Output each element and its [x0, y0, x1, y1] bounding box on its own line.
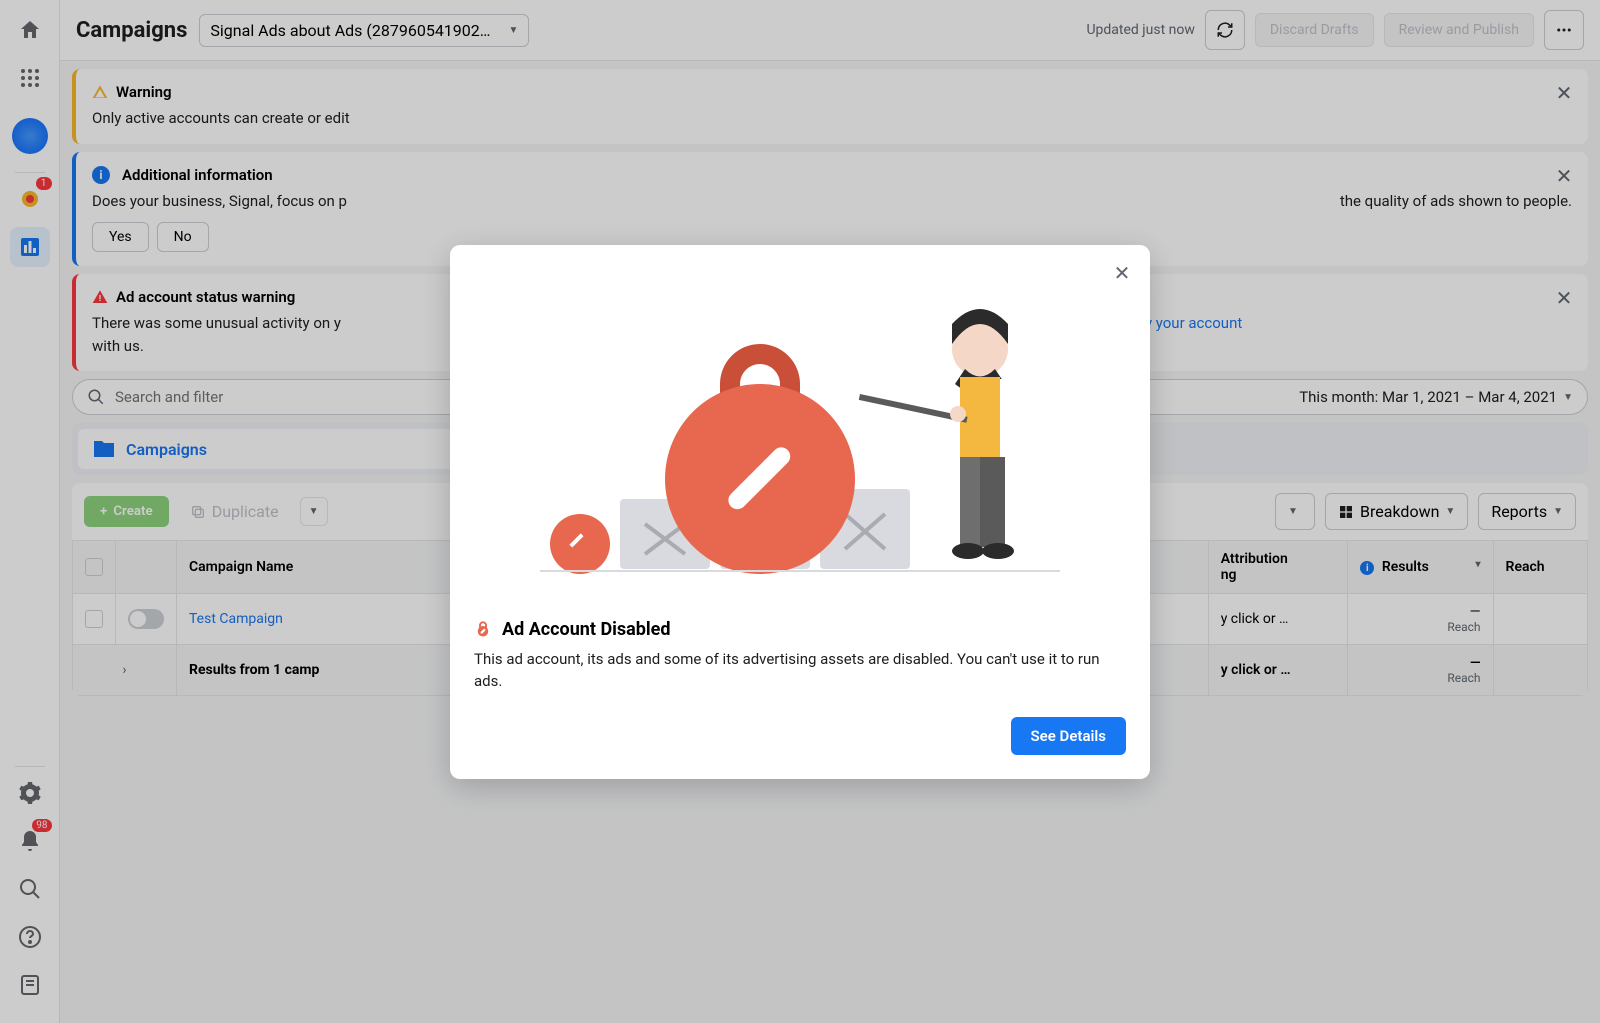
lock-icon: [474, 620, 492, 638]
modal-title: Ad Account Disabled: [502, 619, 671, 640]
ad-account-disabled-modal: ✕: [450, 245, 1150, 779]
close-icon[interactable]: ✕: [1106, 257, 1138, 289]
modal-overlay: ✕: [0, 0, 1600, 1023]
see-details-button[interactable]: See Details: [1011, 717, 1126, 755]
modal-illustration: [474, 289, 1126, 589]
modal-body: This ad account, its ads and some of its…: [474, 648, 1126, 693]
